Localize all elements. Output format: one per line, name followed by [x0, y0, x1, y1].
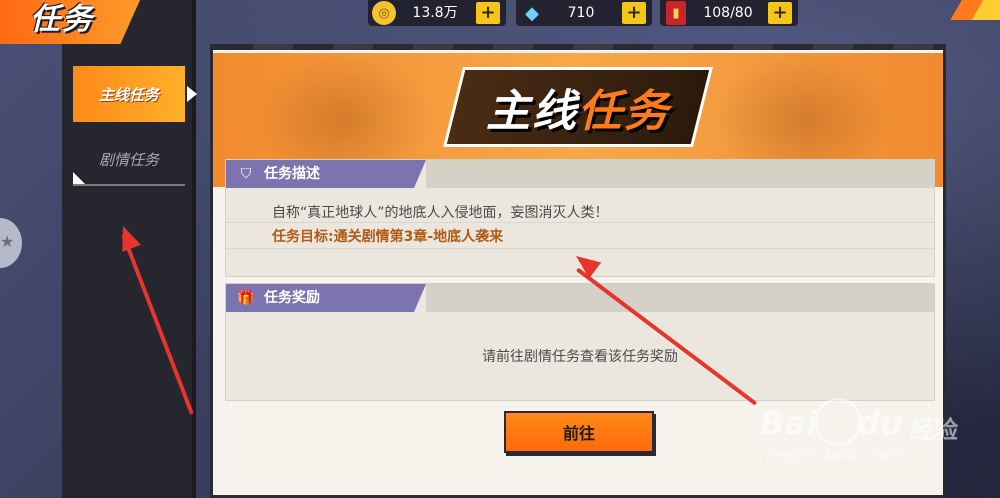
add-diamond-button[interactable]: +	[622, 2, 646, 24]
energy-value: 108/80	[703, 5, 753, 21]
section-header-strip	[426, 160, 934, 188]
tab-main-quest-label: 主线任务	[98, 85, 159, 104]
gold-value: 13.8万	[412, 5, 458, 21]
reward-title: 任务奖励	[264, 290, 320, 306]
add-gold-button[interactable]: +	[476, 2, 500, 24]
add-energy-button[interactable]: +	[768, 2, 792, 24]
watermark-url: jingyan.baidu.com	[766, 448, 903, 463]
reward-text: 请前往剧情任务查看该任务奖励	[482, 349, 678, 365]
section-header-tab	[226, 160, 426, 188]
currency-gold: ◎ 13.8万 +	[368, 0, 506, 26]
energy-card-icon: ▮	[666, 1, 686, 25]
currency-energy: ▮ 108/80 +	[660, 0, 798, 26]
currency-diamond: ◆ 710 +	[516, 0, 652, 26]
quest-goal-text: 任务目标:通关剧情第3章-地底人袭来	[272, 229, 504, 245]
watermark-logo-text: Bai	[760, 404, 817, 442]
shield-icon: ⛉	[240, 166, 252, 182]
diamond-icon: ◆	[525, 2, 539, 24]
banner-title-part2: 任务	[578, 86, 670, 137]
gift-icon: 🎁	[237, 290, 255, 306]
watermark-sub: 经验	[910, 416, 958, 444]
reward-section: 🎁 任务奖励 请前往剧情任务查看该任务奖励	[225, 283, 935, 401]
watermark-logo-suffix: du	[856, 404, 903, 442]
banner-title-frame: 主线任务	[443, 67, 713, 147]
corner-stripe-decoration	[940, 0, 1000, 20]
banner-title: 主线任务	[486, 75, 670, 139]
tab-story-quest-label: 剧情任务	[98, 150, 159, 169]
tab-corner-icon	[73, 172, 85, 184]
tab-story-quest[interactable]: 剧情任务	[73, 134, 185, 186]
page-title: 任务	[30, 2, 94, 37]
divider	[226, 222, 934, 223]
description-text: 自称“真正地球人”的地底人入侵地面，妄图消灭人类！	[272, 205, 609, 221]
baidu-watermark: Bai du 经验 jingyan.baidu.com	[760, 398, 996, 474]
diamond-value: 710	[567, 5, 595, 21]
banner-title-part1: 主线	[486, 86, 578, 137]
dialog-top-border	[213, 44, 943, 50]
go-button[interactable]: 前往	[504, 411, 654, 453]
tab-main-quest[interactable]: 主线任务	[73, 66, 197, 122]
gold-coin-icon: ◎	[372, 1, 396, 25]
active-tab-arrow-icon	[187, 86, 197, 102]
section-header-tab	[226, 284, 426, 312]
star-icon: ★	[0, 232, 15, 251]
section-header-strip	[426, 284, 934, 312]
description-title: 任务描述	[264, 166, 320, 182]
baidu-paw-icon	[814, 398, 862, 446]
